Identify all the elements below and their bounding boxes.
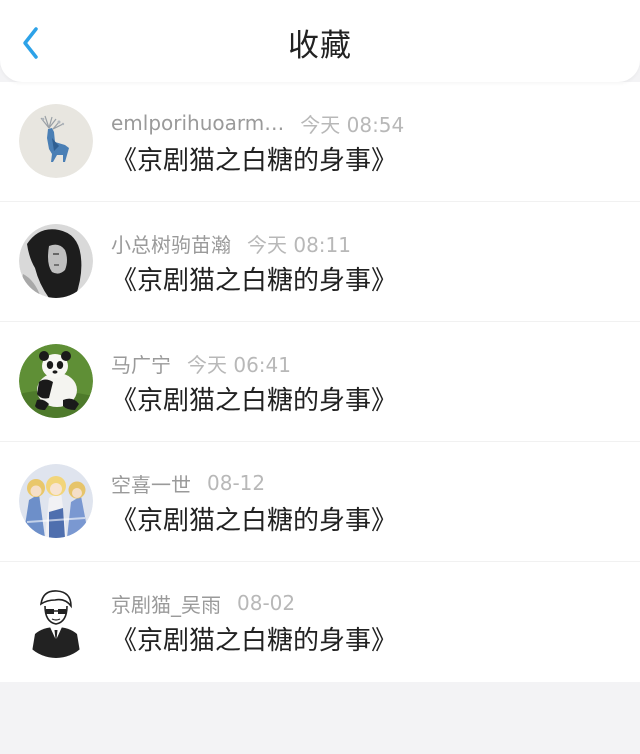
avatar[interactable] <box>19 224 93 298</box>
favorite-title[interactable]: 《京剧猫之白糖的身事》 <box>111 384 397 418</box>
anime-characters-avatar <box>19 464 93 538</box>
user-name[interactable]: 马广宁 <box>111 349 171 378</box>
user-name[interactable]: 小总树驹苗瀚 <box>111 229 231 258</box>
page-title: 收藏 <box>288 28 352 64</box>
deer-illustration-avatar <box>19 104 93 178</box>
girl-photo-avatar <box>19 224 93 298</box>
favorite-title[interactable]: 《京剧猫之白糖的身事》 <box>111 264 397 298</box>
favorites-list: emlporihuoarm… 今天 08:54 《京剧猫之白糖的身事》 小总树驹… <box>0 82 640 682</box>
user-name[interactable]: 空喜一世 <box>111 469 191 498</box>
avatar[interactable] <box>19 584 93 658</box>
avatar[interactable] <box>19 104 93 178</box>
list-item[interactable]: 京剧猫_吴雨 08-02 《京剧猫之白糖的身事》 <box>0 562 640 681</box>
post-time: 08-02 <box>237 591 296 615</box>
list-item[interactable]: 小总树驹苗瀚 今天 08:11 《京剧猫之白糖的身事》 <box>0 202 640 322</box>
favorite-title[interactable]: 《京剧猫之白糖的身事》 <box>111 144 397 178</box>
favorite-title[interactable]: 《京剧猫之白糖的身事》 <box>111 504 397 538</box>
user-name[interactable]: 京剧猫_吴雨 <box>111 589 221 618</box>
post-time: 今天 06:41 <box>187 352 291 377</box>
panda-avatar <box>19 344 93 418</box>
avatar[interactable] <box>19 344 93 418</box>
user-name[interactable]: emlporihuoarm… <box>111 111 284 135</box>
list-item[interactable]: 空喜一世 08-12 《京剧猫之白糖的身事》 <box>0 442 640 562</box>
post-time: 今天 08:54 <box>300 112 405 137</box>
favorite-title[interactable]: 《京剧猫之白糖的身事》 <box>111 624 397 658</box>
list-item[interactable]: 马广宁 今天 06:41 《京剧猫之白糖的身事》 <box>0 322 640 442</box>
post-time: 08-12 <box>207 471 266 495</box>
avatar[interactable] <box>19 464 93 538</box>
post-time: 今天 08:11 <box>247 232 351 257</box>
top-bar: 收藏 <box>0 0 640 82</box>
list-item[interactable]: emlporihuoarm… 今天 08:54 《京剧猫之白糖的身事》 <box>0 82 640 202</box>
cartoon-man-avatar <box>19 584 93 658</box>
